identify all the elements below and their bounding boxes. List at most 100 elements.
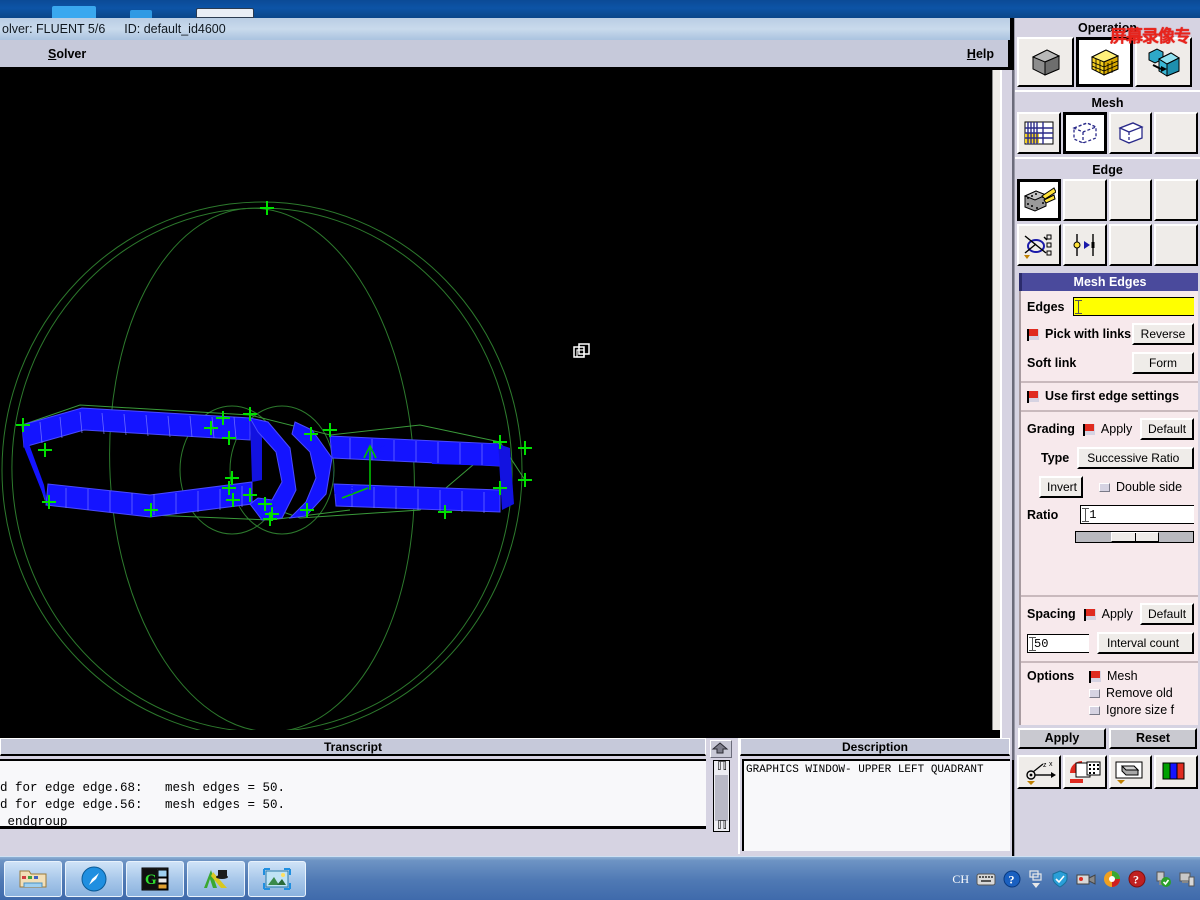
- ratio-value: 1: [1089, 508, 1097, 522]
- graphics-canvas: GX MUS: [0, 70, 1000, 730]
- transcript-content[interactable]: d for edge edge.68: mesh edges = 50. d f…: [0, 759, 706, 829]
- blank-icon: [1077, 192, 1093, 208]
- screen-recorder-watermark: 屏幕录像专: [1110, 27, 1191, 44]
- window-titlebar: olver: FLUENT 5/6 ID: default_id4600: [0, 18, 1010, 40]
- divider-2: [1021, 410, 1198, 412]
- taskbar-file-explorer[interactable]: [4, 861, 62, 897]
- divider-4: [1021, 661, 1198, 663]
- mesh-edges-tool-button[interactable]: [1017, 179, 1062, 221]
- transcript-line-2: d for edge edge.56: mesh edges = 50.: [0, 798, 286, 812]
- ratio-slider[interactable]: [1075, 531, 1194, 543]
- form-action-row: Apply Reset: [1015, 725, 1200, 753]
- taskbar-image-viewer[interactable]: [248, 861, 306, 897]
- use-first-edge-checkbox[interactable]: [1027, 390, 1039, 403]
- zones-button[interactable]: [1135, 37, 1192, 87]
- grading-default-button[interactable]: Default: [1140, 418, 1194, 440]
- color-wheel-icon[interactable]: [1103, 870, 1121, 888]
- screen-recorder-icon[interactable]: [1076, 871, 1096, 887]
- mesh-button[interactable]: [1076, 37, 1133, 87]
- taskbar-gambit[interactable]: G: [126, 861, 184, 897]
- grading-apply-checkbox[interactable]: [1082, 423, 1095, 436]
- expand-icon[interactable]: [1028, 869, 1044, 889]
- desktop-window-tab-2[interactable]: [130, 10, 152, 18]
- keyboard-icon[interactable]: [976, 871, 996, 887]
- form-button[interactable]: Form: [1132, 352, 1194, 374]
- edge-link-button[interactable]: [1017, 224, 1061, 266]
- graphics-window[interactable]: GX MUS: [0, 70, 1000, 730]
- spacing-default-button[interactable]: Default: [1140, 603, 1194, 625]
- ratio-slider-thumb[interactable]: [1111, 532, 1160, 543]
- option-remove-old-checkbox[interactable]: [1089, 688, 1100, 698]
- transcript-scrollbar[interactable]: ℿ ℿ: [708, 740, 734, 850]
- reverse-button[interactable]: Reverse: [1132, 323, 1194, 345]
- shield-icon[interactable]: [1051, 870, 1069, 888]
- geometry-button[interactable]: [1017, 37, 1074, 87]
- edge-tool-2-button[interactable]: [1063, 179, 1107, 221]
- spacing-input[interactable]: 50: [1027, 633, 1089, 653]
- operation-panel: Operation Mesh Edge Mesh Edges Edges Pic…: [1014, 18, 1200, 856]
- desktop-window-tab-3[interactable]: [196, 8, 254, 18]
- view-toolbar: z x: [1015, 753, 1200, 791]
- menu-item-help[interactable]: Help: [967, 47, 994, 61]
- scroll-track[interactable]: ℿ ℿ: [713, 760, 730, 833]
- taskbar-browser[interactable]: [65, 861, 123, 897]
- color-button[interactable]: [1154, 755, 1198, 789]
- type-select[interactable]: Successive Ratio: [1077, 447, 1194, 469]
- edge-tool-7-button[interactable]: [1108, 224, 1153, 266]
- reset-button[interactable]: Reset: [1109, 728, 1197, 749]
- transcript-line-3: endgroup: [0, 815, 68, 829]
- pick-with-links-row: Pick with links Reverse: [1027, 323, 1194, 345]
- use-first-edge-row: Use first edge settings: [1027, 389, 1194, 403]
- option-mesh-label: Mesh: [1107, 669, 1138, 683]
- ratio-input[interactable]: 1: [1080, 505, 1194, 524]
- mesh-volumes-button[interactable]: [1154, 112, 1198, 154]
- svg-text:z: z: [1043, 762, 1047, 769]
- axis-orientation-button[interactable]: z x: [1017, 755, 1061, 789]
- menu-item-solver[interactable]: Solver: [48, 47, 86, 61]
- edge-tool-4-button[interactable]: [1154, 179, 1198, 221]
- spacing-apply-checkbox[interactable]: [1083, 608, 1096, 621]
- option-ignore-size-checkbox[interactable]: [1089, 705, 1100, 715]
- usb-check-icon[interactable]: [1153, 870, 1171, 888]
- help-icon[interactable]: ?: [1003, 870, 1021, 888]
- grading-row: Grading Apply Default: [1027, 418, 1194, 440]
- invert-button[interactable]: Invert: [1039, 476, 1083, 498]
- edge-button-row-1: [1015, 179, 1200, 224]
- scroll-up-button[interactable]: [710, 740, 732, 758]
- network-icon[interactable]: [1178, 870, 1196, 888]
- apply-button[interactable]: Apply: [1018, 728, 1106, 749]
- interval-count-select[interactable]: Interval count: [1097, 632, 1194, 654]
- mesh-faces-button[interactable]: [1108, 112, 1153, 154]
- ime-indicator[interactable]: CH: [952, 872, 969, 887]
- windows-taskbar: G CH ? ?: [0, 856, 1200, 900]
- mesh-boundary-layer-button[interactable]: [1017, 112, 1061, 154]
- taskbar-editor[interactable]: [187, 861, 245, 897]
- edge-tool-8-button[interactable]: [1154, 224, 1198, 266]
- pen-x-icon: [204, 870, 228, 888]
- question-shield-icon[interactable]: ?: [1128, 870, 1146, 888]
- picture-icon: [263, 868, 291, 890]
- mesh-edges-button[interactable]: [1062, 112, 1107, 154]
- pick-with-links-checkbox[interactable]: [1027, 328, 1039, 341]
- bottom-panel: Transcript d for edge edge.68: mesh edge…: [0, 738, 1012, 856]
- edge-tool-3-button[interactable]: [1108, 179, 1153, 221]
- render-mode-button[interactable]: [1062, 755, 1107, 789]
- menubar: Solver Help: [0, 40, 1008, 70]
- mesh-section-title: Mesh: [1091, 96, 1124, 110]
- type-label: Type: [1041, 451, 1070, 465]
- option-mesh-checkbox[interactable]: [1089, 670, 1101, 683]
- mesh-section: Mesh: [1015, 90, 1200, 157]
- scroll-thumb[interactable]: [715, 775, 728, 821]
- dashed-cube-icon: [1071, 122, 1098, 144]
- desktop-window-tab-1[interactable]: [52, 6, 96, 18]
- double-sided-checkbox[interactable]: [1099, 482, 1110, 492]
- edge-spacing-button[interactable]: [1062, 224, 1107, 266]
- svg-text:?: ?: [1009, 873, 1015, 887]
- edges-input[interactable]: [1072, 297, 1194, 316]
- yellow-grid-icon: [1024, 121, 1054, 145]
- blank-icon: [1168, 237, 1184, 253]
- shading-button[interactable]: [1108, 755, 1153, 789]
- operation-button-row: [1015, 37, 1200, 90]
- blank-icon: [1168, 192, 1184, 208]
- text-caret-icon: [1074, 300, 1082, 314]
